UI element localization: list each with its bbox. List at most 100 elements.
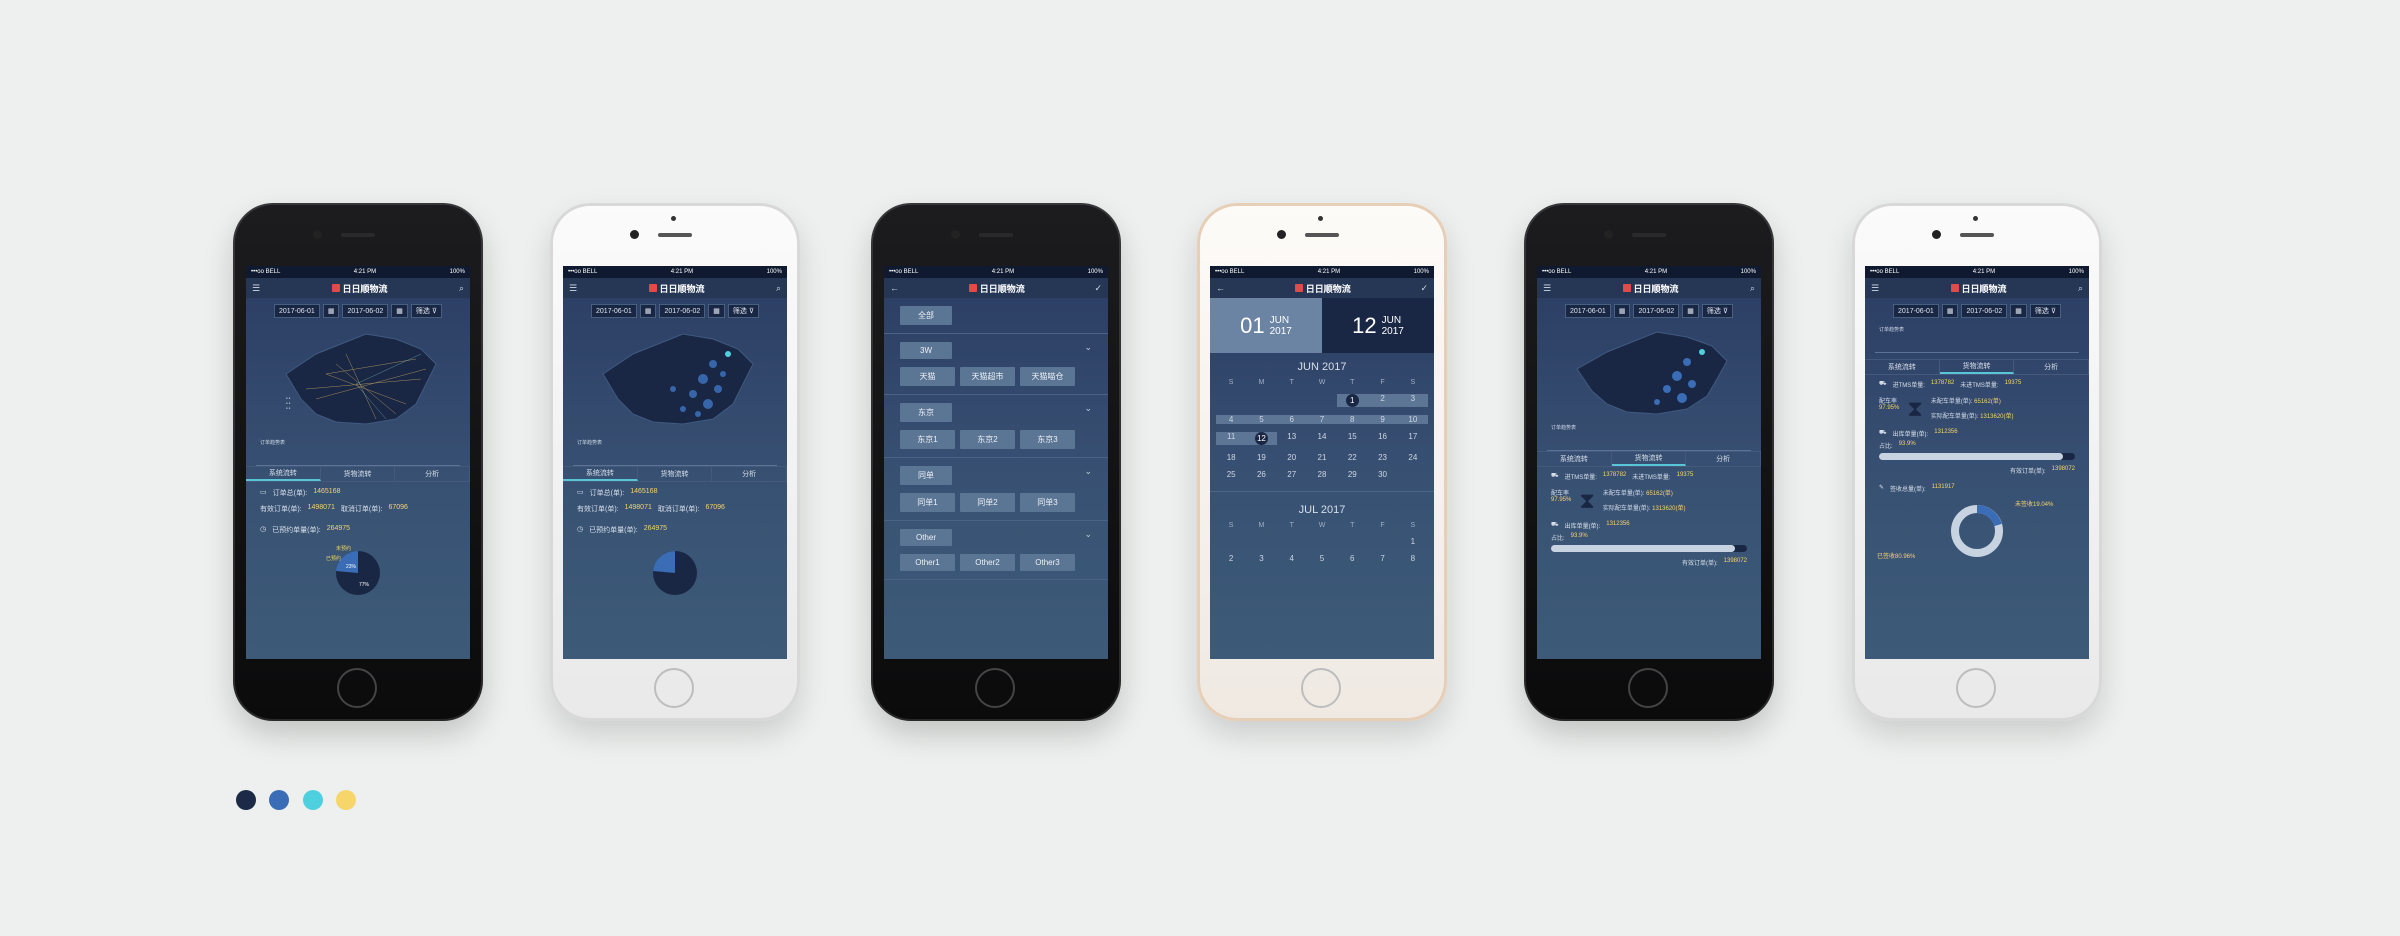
calendar-day[interactable]: 6 [1337,554,1367,563]
home-button[interactable] [1301,668,1341,708]
home-button[interactable] [975,668,1015,708]
start-date-input[interactable]: 2017-06-01 [1565,304,1611,318]
start-date-display[interactable]: 01 JUN 2017 [1210,298,1322,353]
calendar-icon[interactable]: ▦ [708,304,725,318]
calendar-day[interactable]: 4 [1277,554,1307,563]
tab-analysis[interactable]: 分析 [712,467,787,481]
calendar-day[interactable]: 2 [1216,554,1246,563]
calendar-day[interactable]: 23 [1367,453,1397,462]
chevron-down-icon[interactable]: ⌄ [1084,529,1092,540]
filter-option[interactable]: 东京3 [1020,430,1075,449]
end-date-display[interactable]: 12 JUN 2017 [1322,298,1434,353]
start-date-input[interactable]: 2017-06-01 [274,304,320,318]
calendar-day[interactable]: 27 [1277,470,1307,479]
tab-goods[interactable]: 货物流转 [1611,452,1687,466]
filter-option[interactable]: Other2 [960,554,1015,571]
end-date-input[interactable]: 2017-06-02 [1961,304,2008,318]
filter-button[interactable]: 筛选 ⊽ [2029,304,2061,318]
tab-analysis[interactable]: 分析 [395,467,470,481]
calendar-day[interactable]: 5 [1246,415,1277,424]
calendar-day[interactable]: 10 [1397,415,1428,424]
start-date-input[interactable]: 2017-06-01 [591,304,637,318]
calendar-day[interactable]: 30 [1367,470,1397,479]
chevron-down-icon[interactable]: ⌄ [1084,403,1092,414]
search-icon[interactable]: ⌕ [2078,283,2083,294]
home-button[interactable] [1956,668,1996,708]
calendar-day[interactable]: 18 [1216,453,1246,462]
tab-system[interactable]: 系统流转 [1865,360,1940,374]
tab-goods[interactable]: 货物流转 [1939,360,2015,374]
calendar-day[interactable]: 28 [1307,470,1337,479]
calendar-day[interactable]: 21 [1307,453,1337,462]
calendar-icon[interactable]: ▦ [1941,304,1959,318]
calendar-day[interactable]: 24 [1398,453,1428,462]
search-icon[interactable]: ⌕ [459,283,464,294]
filter-button[interactable]: 筛选 ⊽ [410,304,442,318]
calendar-icon[interactable]: ▦ [322,304,340,318]
tab-goods[interactable]: 货物流转 [321,467,396,481]
tab-analysis[interactable]: 分析 [1686,452,1761,466]
filter-option[interactable]: 天猫喵仓 [1020,367,1075,386]
filter-option[interactable]: 东京1 [900,430,955,449]
filter-option[interactable]: 天猫 [900,367,955,386]
calendar-icon[interactable]: ▦ [1613,304,1631,318]
menu-icon[interactable]: ☰ [569,283,577,294]
start-date-input[interactable]: 2017-06-01 [1893,304,1939,318]
menu-icon[interactable]: ☰ [1543,283,1551,294]
calendar-day[interactable]: 29 [1337,470,1367,479]
search-icon[interactable]: ⌕ [1750,283,1755,294]
end-date-input[interactable]: 2017-06-02 [659,304,706,318]
calendar-day[interactable]: 3 [1246,554,1276,563]
filter-group-header[interactable]: 3W [900,342,952,359]
calendar-day[interactable]: 22 [1337,453,1367,462]
calendar-icon[interactable]: ▦ [391,304,408,318]
search-icon[interactable]: ⌕ [776,283,781,294]
calendar-day[interactable]: 11 [1216,432,1247,445]
filter-option[interactable]: 同单1 [900,493,955,512]
chevron-down-icon[interactable]: ⌄ [1084,342,1092,353]
calendar-icon[interactable]: ▦ [639,304,657,318]
calendar-day[interactable]: 6 [1276,415,1307,424]
calendar-icon[interactable]: ▦ [1682,304,1699,318]
tab-analysis[interactable]: 分析 [2014,360,2089,374]
checkmark-icon[interactable]: ✓ [1094,283,1102,294]
calendar-day[interactable]: 1 [1337,394,1368,407]
back-arrow-icon[interactable]: ← [890,283,899,293]
calendar-day[interactable]: 7 [1367,554,1397,563]
calendar-day[interactable]: 19 [1246,453,1276,462]
tab-system[interactable]: 系统流转 [563,467,638,481]
filter-group-header[interactable]: Other [900,529,952,546]
filter-option[interactable]: 东京2 [960,430,1015,449]
calendar-day[interactable]: 4 [1216,415,1247,424]
calendar-day[interactable]: 16 [1367,432,1397,445]
end-date-input[interactable]: 2017-06-02 [1633,304,1680,318]
home-button[interactable] [1628,668,1668,708]
filter-option[interactable]: 天猫超市 [960,367,1015,386]
calendar-day[interactable]: 20 [1277,453,1307,462]
calendar-day[interactable]: 17 [1398,432,1428,445]
filter-button[interactable]: 筛选 ⊽ [1701,304,1733,318]
filter-option[interactable]: Other3 [1020,554,1075,571]
filter-option[interactable]: 同单3 [1020,493,1075,512]
checkmark-icon[interactable]: ✓ [1420,283,1428,294]
filter-group-header[interactable]: 东京 [900,403,952,422]
calendar-icon[interactable]: ▦ [2010,304,2027,318]
calendar-day[interactable]: 12 [1246,432,1277,445]
calendar-day[interactable]: 14 [1307,432,1337,445]
filter-option[interactable]: Other1 [900,554,955,571]
calendar-day[interactable]: 8 [1337,415,1368,424]
chevron-down-icon[interactable]: ⌄ [1084,466,1092,477]
calendar-day[interactable]: 1 [1398,537,1428,546]
calendar-day[interactable]: 8 [1398,554,1428,563]
filter-button[interactable]: 筛选 ⊽ [727,304,759,318]
tab-system[interactable]: 系统流转 [246,467,321,481]
calendar-day[interactable]: 26 [1246,470,1276,479]
tab-system[interactable]: 系统流转 [1537,452,1612,466]
menu-icon[interactable]: ☰ [1871,283,1879,294]
back-arrow-icon[interactable]: ← [1216,283,1225,293]
calendar-day[interactable]: 13 [1277,432,1307,445]
end-date-input[interactable]: 2017-06-02 [342,304,389,318]
calendar-day[interactable]: 2 [1367,394,1398,407]
filter-all-chip[interactable]: 全部 [900,306,952,325]
calendar-day[interactable]: 15 [1337,432,1367,445]
